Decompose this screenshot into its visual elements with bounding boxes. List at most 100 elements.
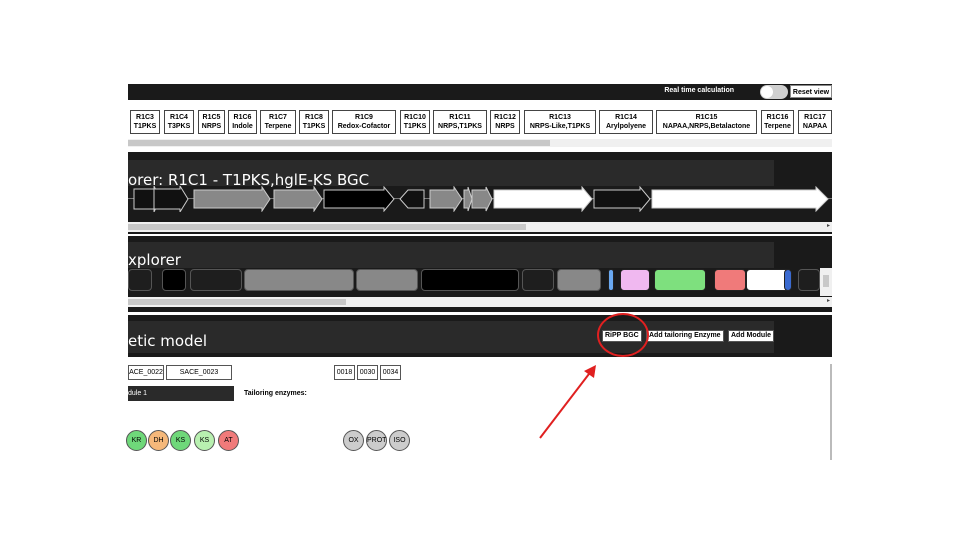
domain-track <box>128 269 820 293</box>
chip-type: T1PKS <box>133 123 157 130</box>
domain-block[interactable] <box>608 269 614 291</box>
chip-id: R1C10 <box>404 114 426 121</box>
domain-circle-dh[interactable]: DH <box>148 430 169 451</box>
region-chip[interactable]: R1C16 Terpene <box>761 110 794 134</box>
chip-type: T1PKS <box>302 123 326 130</box>
scroll-right-icon[interactable]: ▸ <box>827 222 830 229</box>
region-chip[interactable]: R1C12 NRPS <box>490 110 520 134</box>
model-workspace: ACE_0022 SACE_0023 0018 0030 0034 dule 1… <box>126 358 832 460</box>
region-chip[interactable]: R1C9 Redox-Cofactor <box>332 110 396 134</box>
domain-block[interactable] <box>128 269 152 291</box>
gene-arrow[interactable] <box>471 186 493 212</box>
tailoring-gene-box[interactable]: 0030 <box>357 365 378 380</box>
chip-id: R1C7 <box>269 114 287 121</box>
tailoring-gene-box[interactable]: 0018 <box>334 365 355 380</box>
gene-arrow[interactable] <box>399 189 425 209</box>
bgc-scrollbar[interactable]: ▸ <box>128 222 832 232</box>
chip-id: R1C4 <box>170 114 188 121</box>
model-title: etic model <box>128 332 207 350</box>
realtime-toggle[interactable] <box>760 85 788 99</box>
gene-arrow[interactable] <box>273 186 323 212</box>
tailoring-gene-box[interactable]: 0034 <box>380 365 401 380</box>
region-chip[interactable]: R1C15 NAPAA,NRPS,Betalactone <box>656 110 757 134</box>
chip-id: R1C8 <box>305 114 323 121</box>
gene-arrow[interactable] <box>323 186 395 212</box>
region-chip[interactable]: R1C13 NRPS-Like,T1PKS <box>524 110 596 134</box>
domain-block[interactable] <box>714 269 746 291</box>
model-title-box: etic model RiPP BGC Add tailoring Enzyme… <box>128 321 775 353</box>
chip-id: R1C12 <box>494 114 516 121</box>
domain-vertical-scrollbar[interactable] <box>820 268 832 296</box>
domain-block[interactable] <box>522 269 554 291</box>
domain-scrollbar[interactable]: ▸ <box>128 297 832 307</box>
chip-type: T1PKS <box>403 123 427 130</box>
workspace-border <box>830 364 832 460</box>
chip-id: R1C15 <box>695 114 718 121</box>
gene-arrow[interactable] <box>651 186 829 212</box>
region-chip[interactable]: R1C6 Indole <box>228 110 257 134</box>
reset-view-button[interactable]: Reset view <box>790 85 832 98</box>
chip-id: R1C6 <box>233 114 252 121</box>
highlight-circle <box>597 313 649 357</box>
chip-type: NRPS <box>201 123 222 130</box>
chip-type: Terpene <box>264 123 292 130</box>
gene-arrow[interactable] <box>463 186 473 212</box>
scroll-thumb[interactable] <box>128 224 526 230</box>
add-tailoring-enzyme-button[interactable]: Add tailoring Enzyme <box>646 330 724 342</box>
add-module-button[interactable]: Add Module <box>728 330 775 342</box>
region-chip[interactable]: R1C8 T1PKS <box>299 110 329 134</box>
region-chip[interactable]: R1C14 Arylpolyene <box>599 110 653 134</box>
gene-box[interactable]: ACE_0022 <box>128 365 164 380</box>
gene-arrow[interactable] <box>493 186 593 212</box>
domain-block[interactable] <box>421 269 519 291</box>
region-chip[interactable]: R1C7 Terpene <box>260 110 296 134</box>
domain-block[interactable] <box>620 269 650 291</box>
chip-type: Terpene <box>764 123 791 130</box>
top-toolbar: Real time calculation Reset view <box>128 84 832 100</box>
region-chip[interactable]: R1C4 T3PKS <box>164 110 194 134</box>
chip-type: NRPS <box>495 123 515 130</box>
tailoring-circle-prot[interactable]: PROT <box>366 430 387 451</box>
gene-arrow[interactable] <box>153 186 189 212</box>
chip-id: R1C9 <box>355 114 373 121</box>
domain-block[interactable] <box>244 269 354 291</box>
module-header[interactable]: dule 1 <box>128 386 234 401</box>
tailoring-enzymes-label: Tailoring enzymes: <box>244 390 307 397</box>
domain-block[interactable] <box>654 269 706 291</box>
chip-id: R1C16 <box>766 114 789 121</box>
region-chip[interactable]: R1C10 T1PKS <box>400 110 430 134</box>
region-chip[interactable]: R1C5 NRPS <box>198 110 225 134</box>
annotation-arrow-icon <box>539 365 596 439</box>
region-chip[interactable]: R1C17 NAPAA <box>798 110 832 134</box>
gene-arrow[interactable] <box>593 186 651 212</box>
biosynthetic-model-panel: etic model RiPP BGC Add tailoring Enzyme… <box>128 315 832 357</box>
chip-type: NAPAA <box>802 123 828 130</box>
scroll-thumb[interactable] <box>823 275 829 287</box>
domain-circle-at[interactable]: AT <box>218 430 239 451</box>
domain-circle-kr[interactable]: KR <box>126 430 147 451</box>
domain-circle-ks[interactable]: KS <box>170 430 191 451</box>
gene-arrow[interactable] <box>429 186 463 212</box>
domain-block[interactable] <box>162 269 186 291</box>
gene-box[interactable]: SACE_0023 <box>166 365 232 380</box>
region-scrollbar[interactable] <box>128 139 832 147</box>
domain-circle-ks[interactable]: KS <box>194 430 215 451</box>
chip-type: Indole <box>232 123 253 130</box>
domain-block[interactable] <box>798 269 820 291</box>
scroll-right-icon[interactable]: ▸ <box>827 297 830 304</box>
domain-block[interactable] <box>356 269 418 291</box>
chip-type: Arylpolyene <box>605 123 647 130</box>
scroll-thumb[interactable] <box>128 140 550 146</box>
scroll-thumb[interactable] <box>128 299 346 305</box>
domain-block[interactable] <box>784 269 792 291</box>
tailoring-circle-ox[interactable]: OX <box>343 430 364 451</box>
tailoring-circle-iso[interactable]: ISO <box>389 430 410 451</box>
realtime-label: Real time calculation <box>664 87 734 94</box>
region-chip[interactable]: R1C11 NRPS,T1PKS <box>433 110 487 134</box>
chip-id: R1C17 <box>804 114 826 121</box>
domain-block[interactable] <box>557 269 601 291</box>
gene-arrow[interactable] <box>193 186 271 212</box>
domain-block[interactable] <box>190 269 242 291</box>
region-chip[interactable]: R1C3 T1PKS <box>130 110 160 134</box>
chip-id: R1C3 <box>136 114 154 121</box>
